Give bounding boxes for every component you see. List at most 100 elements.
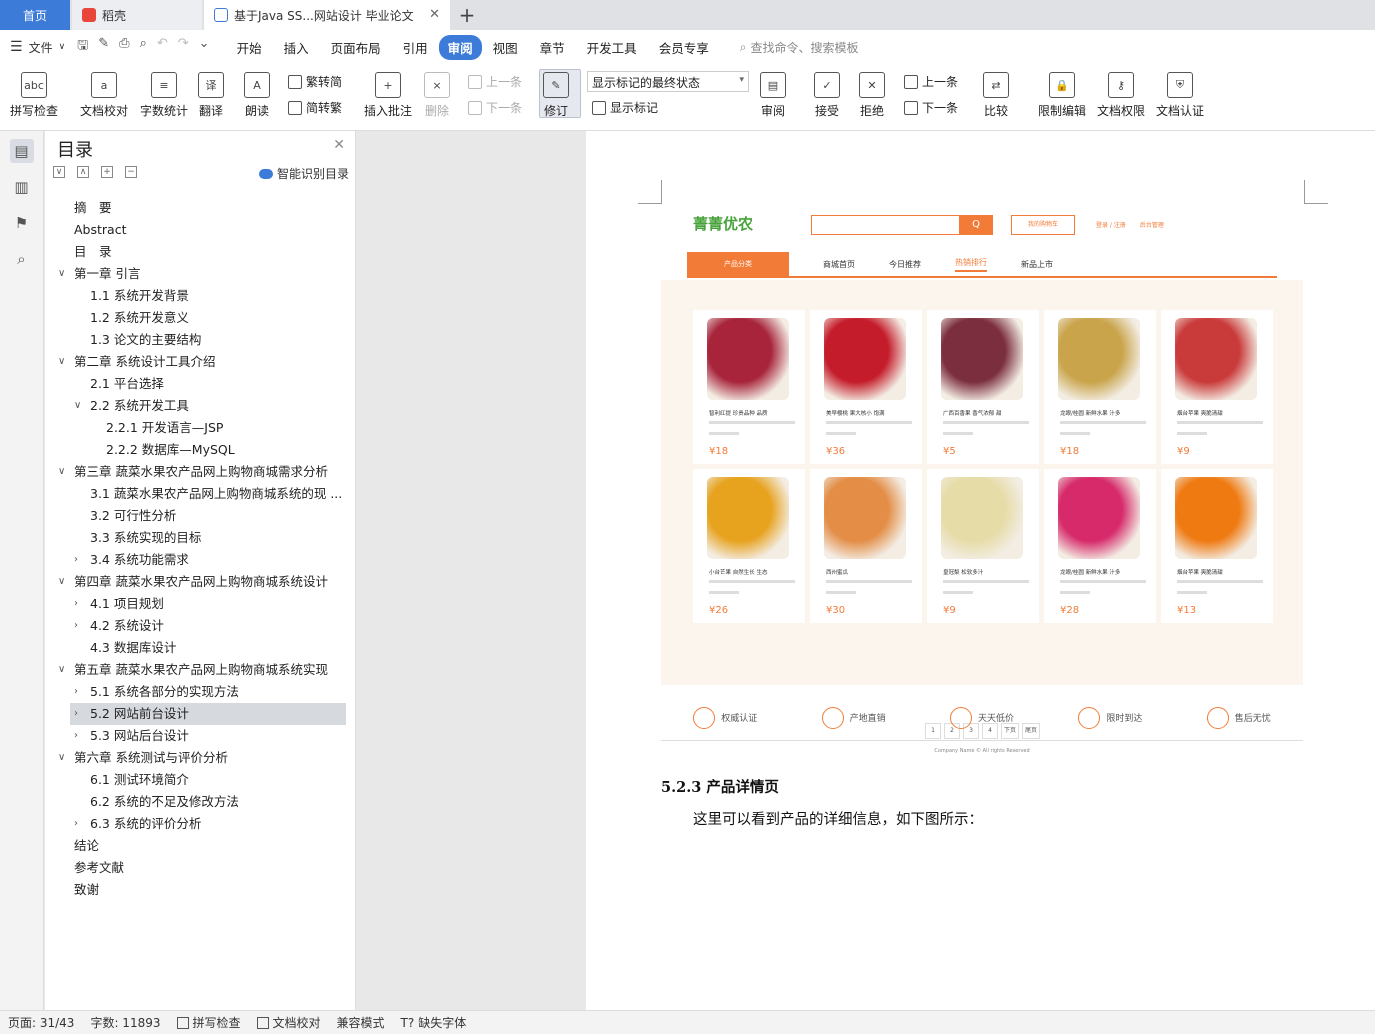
chevron-right-icon[interactable]: ›: [74, 681, 78, 703]
toc-item[interactable]: 6.2 系统的不足及修改方法: [45, 791, 356, 813]
toc-item[interactable]: 1.1 系统开发背景: [45, 285, 356, 307]
toc-item[interactable]: › 5.2 网站前台设计: [70, 703, 346, 725]
toc-panel-icon[interactable]: ▤: [9, 139, 34, 163]
toc-item[interactable]: › 6.3 系统的评价分析: [45, 813, 356, 835]
menu-reference[interactable]: 引用: [392, 38, 439, 57]
toc-item[interactable]: ∨ 第五章 蔬菜水果农产品网上购物商城系统实现: [45, 659, 356, 681]
toc-item[interactable]: 4.3 数据库设计: [45, 637, 356, 659]
chevron-down-icon[interactable]: ∨: [58, 571, 65, 593]
menu-chapter[interactable]: 章节: [529, 38, 576, 57]
menu-insert[interactable]: 插入: [273, 38, 320, 57]
chevron-right-icon[interactable]: ›: [74, 593, 78, 615]
toc-item[interactable]: ∨ 第四章 蔬菜水果农产品网上购物商城系统设计: [45, 571, 356, 593]
spell-check-button[interactable]: abc 拼写检查: [10, 72, 58, 119]
toc-item[interactable]: 2.2.2 数据库—MySQL: [45, 439, 356, 461]
reject-button[interactable]: ✕ 拒绝: [859, 72, 885, 119]
chevron-right-icon[interactable]: ›: [74, 615, 78, 637]
word-count[interactable]: 字数: 11893: [90, 1014, 160, 1031]
collapse-all-icon[interactable]: ∨: [53, 166, 65, 178]
file-menu[interactable]: ☰ 文件 ∨: [10, 39, 65, 56]
close-tab-icon[interactable]: ✕: [429, 7, 440, 22]
more-icon[interactable]: ⌄: [199, 36, 210, 58]
toc-item[interactable]: 2.2.1 开发语言—JSP: [45, 417, 356, 439]
doc-cert-button[interactable]: ⛨ 文档认证: [1156, 72, 1204, 119]
prev-change-button[interactable]: 上一条: [904, 73, 958, 90]
status-spell-check[interactable]: 拼写检查: [176, 1014, 241, 1031]
track-changes-button[interactable]: ✎ 修订: [543, 72, 569, 119]
doc-proof-button[interactable]: a 文档校对: [80, 72, 128, 119]
find-icon[interactable]: ⌕: [10, 247, 34, 271]
chevron-down-icon[interactable]: ∨: [58, 659, 65, 681]
undo-icon[interactable]: ↶: [157, 36, 168, 58]
chevron-right-icon[interactable]: ›: [74, 703, 78, 725]
review-pane-button[interactable]: ▤ 审阅: [760, 72, 786, 119]
compare-button[interactable]: ⇄ 比较: [983, 72, 1009, 119]
tab-daoke[interactable]: 稻壳: [72, 0, 202, 30]
chevron-right-icon[interactable]: ›: [74, 725, 78, 747]
toc-item[interactable]: 致谢: [45, 879, 356, 901]
bookmark-icon[interactable]: ⚑: [10, 211, 34, 235]
chevron-down-icon[interactable]: ∨: [58, 263, 65, 285]
show-marks-button[interactable]: 显示标记: [592, 99, 658, 116]
next-change-button[interactable]: 下一条: [904, 99, 958, 116]
read-aloud-button[interactable]: A 朗读: [244, 72, 270, 119]
doc-rights-button[interactable]: ⚷ 文档权限: [1097, 72, 1145, 119]
smart-toc-button[interactable]: 智能识别目录: [258, 165, 349, 182]
print-icon[interactable]: ⎙: [119, 36, 129, 58]
add-heading-icon[interactable]: +: [101, 166, 113, 178]
compat-mode[interactable]: 兼容模式: [337, 1014, 385, 1031]
toc-item[interactable]: ∨ 2.2 系统开发工具: [45, 395, 356, 417]
toc-item[interactable]: 1.2 系统开发意义: [45, 307, 356, 329]
chevron-right-icon[interactable]: ›: [74, 813, 78, 835]
chevron-down-icon[interactable]: ∨: [58, 747, 65, 769]
toc-item[interactable]: Abstract: [45, 219, 356, 241]
toc-item[interactable]: › 3.4 系统功能需求: [45, 549, 356, 571]
toc-item[interactable]: › 5.1 系统各部分的实现方法: [45, 681, 356, 703]
status-doc-proof[interactable]: 文档校对: [256, 1014, 321, 1031]
toc-item[interactable]: › 5.3 网站后台设计: [45, 725, 356, 747]
chevron-down-icon[interactable]: ∨: [74, 395, 81, 417]
redo-icon[interactable]: ↷: [178, 36, 189, 58]
expand-all-icon[interactable]: ∧: [77, 166, 89, 178]
remove-heading-icon[interactable]: −: [125, 166, 137, 178]
trad-to-simp-button[interactable]: 繁转简: [288, 73, 342, 90]
restrict-edit-button[interactable]: 🔒 限制编辑: [1038, 72, 1086, 119]
tab-document[interactable]: 基于Java SS...网站设计 毕业论文 ✕: [204, 0, 450, 30]
toc-item[interactable]: 3.1 蔬菜水果农产品网上购物商城系统的现 ...: [45, 483, 356, 505]
word-count-button[interactable]: ≡ 字数统计: [140, 72, 188, 119]
toc-item[interactable]: 3.2 可行性分析: [45, 505, 356, 527]
menu-view[interactable]: 视图: [482, 38, 529, 57]
chevron-down-icon[interactable]: ∨: [58, 351, 65, 373]
menu-devtools[interactable]: 开发工具: [576, 38, 648, 57]
toc-item[interactable]: 3.3 系统实现的目标: [45, 527, 356, 549]
toc-item[interactable]: 摘 要: [45, 197, 356, 219]
toc-item[interactable]: ∨ 第六章 系统测试与评价分析: [45, 747, 356, 769]
page-indicator[interactable]: 页面: 31/43: [8, 1014, 74, 1031]
toc-item[interactable]: 2.1 平台选择: [45, 373, 356, 395]
chevron-right-icon[interactable]: ›: [74, 549, 78, 571]
close-icon[interactable]: ✕: [333, 137, 345, 153]
tab-home[interactable]: 首页: [0, 0, 70, 30]
toc-item[interactable]: ∨ 第三章 蔬菜水果农产品网上购物商城需求分析: [45, 461, 356, 483]
insert-comment-button[interactable]: + 插入批注: [364, 72, 412, 119]
next-comment-button[interactable]: 下一条: [468, 99, 522, 116]
format-painter-icon[interactable]: ✎: [98, 36, 109, 58]
display-state-select[interactable]: 显示标记的最终状态 ▾: [587, 71, 749, 92]
toc-item[interactable]: ∨ 第一章 引言: [45, 263, 356, 285]
command-search[interactable]: ⌕ 查找命令、搜索模板: [740, 39, 859, 56]
print-preview-icon[interactable]: ⌕: [140, 36, 147, 58]
toc-item[interactable]: 目 录: [45, 241, 356, 263]
toc-item[interactable]: 结论: [45, 835, 356, 857]
new-tab-icon[interactable]: +: [450, 0, 484, 30]
menu-member[interactable]: 会员专享: [648, 38, 720, 57]
toc-item[interactable]: 1.3 论文的主要结构: [45, 329, 356, 351]
toc-item[interactable]: › 4.1 项目规划: [45, 593, 356, 615]
prev-comment-button[interactable]: 上一条: [468, 73, 522, 90]
toc-item[interactable]: 参考文献: [45, 857, 356, 879]
menu-start[interactable]: 开始: [226, 38, 273, 57]
delete-comment-button[interactable]: × 删除: [424, 72, 450, 119]
chevron-down-icon[interactable]: ∨: [58, 461, 65, 483]
toc-item[interactable]: › 4.2 系统设计: [45, 615, 356, 637]
toc-item[interactable]: ∨ 第二章 系统设计工具介绍: [45, 351, 356, 373]
chapter-nav-icon[interactable]: ▥: [10, 175, 34, 199]
